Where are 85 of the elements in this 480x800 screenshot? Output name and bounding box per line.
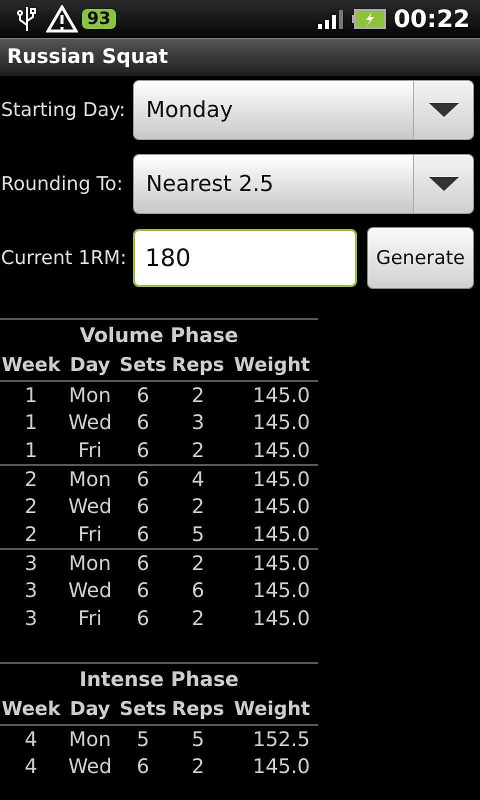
table-cell-text: 145.0 — [252, 494, 311, 518]
table-cell-text: Mon — [68, 467, 112, 491]
table-cell-text: Wed — [67, 494, 113, 518]
table-cell-text: 2 — [190, 383, 206, 407]
table-cell-text: 2 — [24, 467, 38, 491]
table-cell-text: 6 — [136, 494, 150, 518]
table-cell-text: 145.0 — [252, 410, 311, 434]
table-cell-text: 6 — [136, 551, 150, 575]
table-cell-text: 5 — [190, 727, 206, 751]
table-cell-text: Fri — [77, 606, 103, 630]
generate-button[interactable]: Generate — [367, 227, 474, 289]
table-cell-text: 5 — [190, 522, 206, 546]
caret-icon — [428, 177, 458, 191]
field-label: Rounding To: — [0, 173, 124, 195]
column-header: Day — [68, 354, 112, 376]
table-cell-text: Wed — [67, 754, 113, 778]
table-cell-text: Mon — [68, 727, 112, 751]
table-cell-text: 4 — [24, 754, 38, 778]
app-title: Russian Squat — [0, 38, 480, 76]
table-cell-text: 145.0 — [252, 606, 311, 630]
dropdown-button[interactable] — [413, 81, 473, 139]
dropdown-button[interactable] — [413, 155, 473, 213]
table-cell-text: Wed — [67, 578, 113, 602]
table-cell-text: 4 — [24, 727, 38, 751]
table-cell-text: 6 — [136, 606, 150, 630]
table-cell-text: Fri — [77, 522, 103, 546]
caret-icon — [428, 103, 458, 117]
dropdown-field[interactable]: Nearest 2.5 — [133, 154, 474, 214]
table-cell-text: 145.0 — [252, 383, 311, 407]
column-header: Week — [0, 698, 62, 720]
table-cell-text: 4 — [190, 467, 206, 491]
column-header: Week — [0, 354, 62, 376]
phase-title: Intense Phase — [78, 666, 240, 693]
table-cell-text: 2 — [190, 494, 206, 518]
column-header: Day — [68, 698, 112, 720]
table-cell-text: 145.0 — [252, 467, 311, 491]
usb-icon — [16, 5, 38, 33]
table-cell-text: 2 — [24, 522, 38, 546]
table-cell-text: 6 — [136, 467, 150, 491]
table-cell-text: 3 — [24, 551, 38, 575]
column-header: Weight — [233, 354, 311, 376]
signal-icon — [318, 9, 344, 29]
input-field[interactable]: 180 — [133, 229, 357, 287]
column-header: Weight — [233, 698, 311, 720]
table-cell-text: 6 — [136, 410, 150, 434]
table-cell-text: 3 — [24, 606, 38, 630]
table-cell-text: 2 — [190, 438, 206, 462]
clock-time: 00:22 — [394, 5, 470, 33]
table-cell-text: Wed — [67, 410, 113, 434]
table-cell-text: 145.0 — [252, 522, 311, 546]
table-cell-text: 6 — [136, 754, 150, 778]
table-cell-text: 2 — [190, 606, 206, 630]
notification-badge: 93 — [82, 9, 116, 29]
table-cell-text: 3 — [190, 410, 206, 434]
table-cell-text: 145.0 — [252, 578, 311, 602]
table-cell-text: 152.5 — [252, 727, 311, 751]
column-header: Sets — [118, 698, 168, 720]
table-cell-text: 145.0 — [252, 551, 311, 575]
table-cell-text: 145.0 — [252, 438, 311, 462]
column-header: Reps — [170, 354, 226, 376]
table-cell-text: 1 — [24, 383, 38, 407]
battery-icon — [352, 9, 386, 29]
table-cell-text: 6 — [136, 383, 150, 407]
table-cell-text: 1 — [24, 438, 38, 462]
table-cell-text: 6 — [190, 578, 206, 602]
field-label: Current 1RM: — [0, 247, 128, 269]
table-cell-text: Fri — [77, 438, 103, 462]
table-cell-text: 6 — [136, 578, 150, 602]
table-cell-text: 1 — [24, 410, 38, 434]
table-cell-text: 3 — [24, 578, 38, 602]
table-cell-text: 6 — [136, 438, 150, 462]
warning-icon — [46, 5, 78, 33]
column-header: Sets — [118, 354, 168, 376]
phase-title: Volume Phase — [78, 322, 240, 349]
column-header: Reps — [170, 698, 226, 720]
table-cell-text: 2 — [190, 754, 206, 778]
table-cell-text: 145.0 — [252, 754, 311, 778]
table-cell-text: Mon — [68, 551, 112, 575]
field-label: Starting Day: — [0, 99, 126, 121]
table-cell-text: 2 — [190, 551, 206, 575]
dropdown-field[interactable]: Monday — [133, 80, 474, 140]
table-cell-text: Mon — [68, 383, 112, 407]
table-cell-text: 2 — [24, 494, 38, 518]
table-cell-text: 6 — [136, 522, 150, 546]
table-cell-text: 5 — [136, 727, 150, 751]
